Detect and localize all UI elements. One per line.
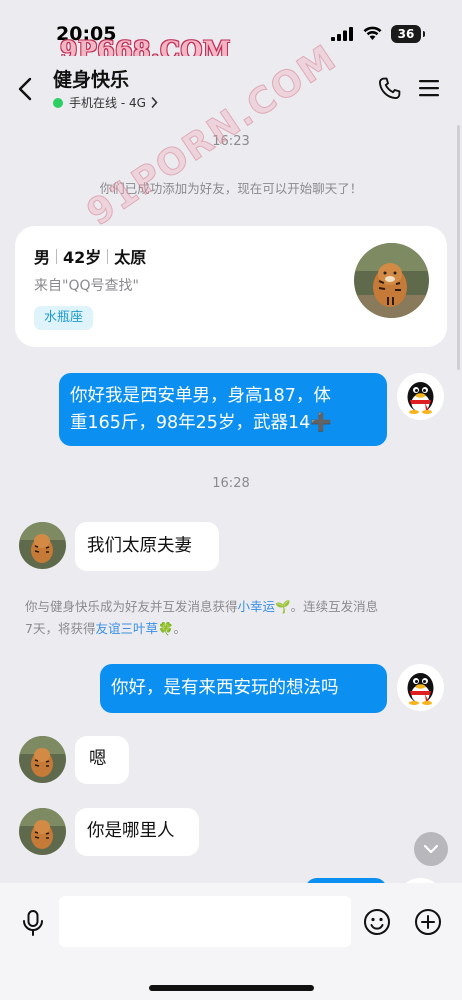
scroll-indicator[interactable] [457,125,460,370]
notice-text: 你与健身快乐成为好友并互发消息获得 [25,599,238,614]
tiger-avatar[interactable] [354,243,429,318]
message-text: 你好，是有来西安玩的想法吗 [111,678,339,698]
profile-source: 来自"QQ号查找" [34,278,139,294]
phone-icon[interactable] [377,76,402,101]
message-text: 我们太原夫妻 [87,536,192,556]
tiger-avatar[interactable] [19,808,66,855]
online-status-text: 手机在线 - 4G [69,96,146,110]
friendship-notice: 你与健身快乐成为好友并互发消息获得小幸运🌱。连续互发消息 7天，将获得友谊三叶草… [25,596,445,640]
notice-text: 🌱。连续互发消息 [275,599,379,614]
chevron-down-icon [423,844,439,854]
tiger-avatar[interactable] [19,736,66,783]
message-bubble-incoming[interactable]: 嗯 [75,736,129,784]
battery-icon: 36 [391,25,425,43]
message-text: 你好我是西安单男，身高187，体 [70,386,331,406]
input-bar [0,883,462,1000]
lucky-link[interactable]: 小幸运 [238,599,276,614]
online-status[interactable]: 手机在线 - 4G [53,94,158,111]
signal-icon [331,27,353,41]
profile-city: 太原 [114,248,147,267]
chat-title[interactable]: 健身快乐 [53,65,129,92]
back-icon[interactable] [14,76,38,102]
message-bubble-incoming[interactable]: 你是哪里人 [75,808,199,856]
divider [56,248,58,264]
message-text: 嗯 [89,749,107,769]
online-dot [53,97,63,108]
message-bubble-incoming[interactable]: 我们太原夫妻 [75,522,219,571]
profile-gender: 男 [34,248,51,267]
profile-card[interactable]: 男 42岁 太原 来自"QQ号查找" 水瓶座 [15,226,447,347]
plus-icon[interactable] [414,908,442,936]
timestamp: 16:28 [212,476,250,491]
home-indicator [149,985,314,991]
profile-age: 42岁 [63,248,102,267]
clover-link[interactable]: 友谊三叶草 [95,621,158,636]
menu-icon[interactable] [418,78,440,98]
profile-basic-info: 男 42岁 太原 [34,244,146,268]
message-text: 你是哪里人 [87,821,175,841]
zodiac-tag[interactable]: 水瓶座 [34,306,94,330]
wifi-icon [363,26,382,40]
chevron-right-icon [151,97,158,108]
scroll-to-bottom-button[interactable] [414,832,448,866]
tiger-avatar[interactable] [19,522,66,569]
emoji-icon[interactable] [363,908,391,936]
notice-text: 🍀。 [157,621,187,636]
message-bubble-outgoing[interactable]: 你好，是有来西安玩的想法吗 [100,664,387,713]
qq-penguin-avatar[interactable] [397,373,444,420]
message-bubble-outgoing[interactable]: 你好我是西安单男，身高187，体 重165斤，98年25岁，武器14➕ [59,373,387,446]
mic-icon[interactable] [21,909,45,937]
qq-penguin-avatar[interactable] [397,664,444,711]
divider [107,248,109,264]
message-input[interactable] [59,896,351,947]
notice-text: 7天，将获得 [25,621,96,636]
message-text: 重165斤，98年25岁，武器14➕ [70,413,332,433]
friend-added-notice: 你们已成功添加为好友，现在可以开始聊天了！ [99,181,363,196]
